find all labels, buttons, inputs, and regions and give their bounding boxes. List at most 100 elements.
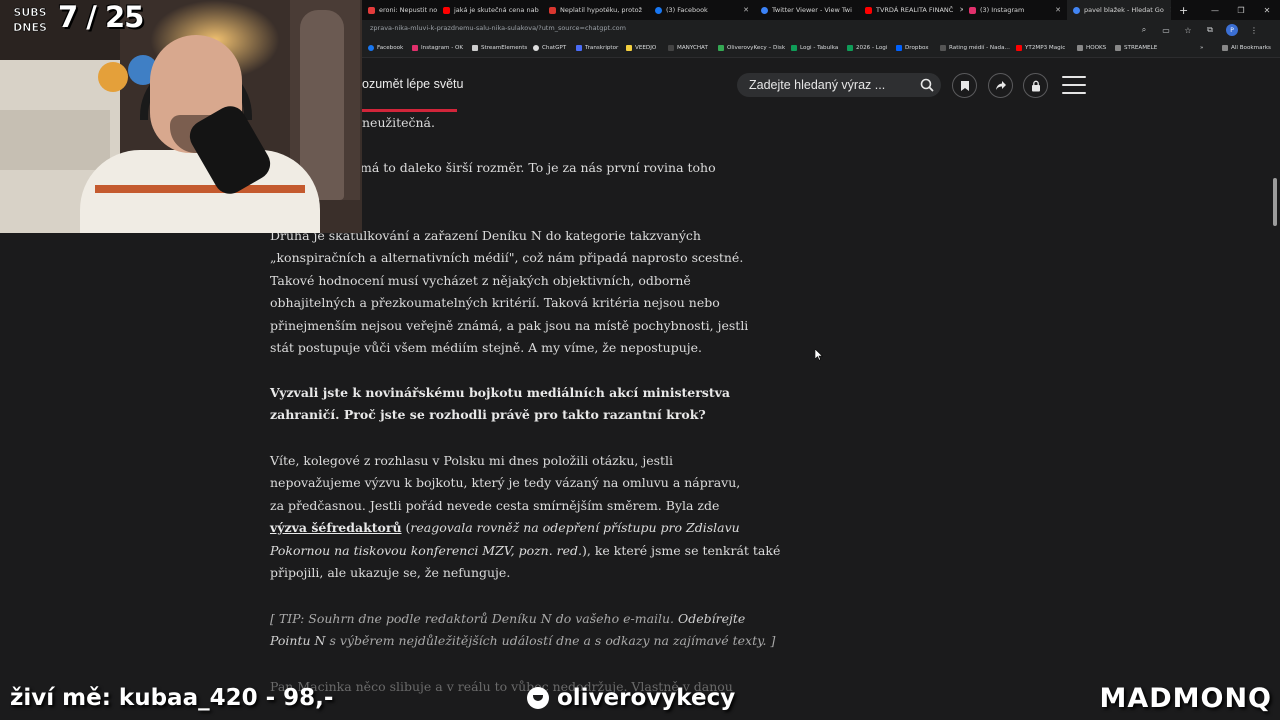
bookmark-label: Transkriptor	[585, 45, 619, 51]
bookmark-item[interactable]: StreamElements	[472, 45, 527, 51]
article-text-mixed: výzva šéfredaktorů (reagovala rovněž na …	[270, 520, 740, 535]
close-tab-icon[interactable]: ✕	[1049, 6, 1061, 14]
search-icon[interactable]	[918, 76, 936, 94]
share-button[interactable]	[988, 73, 1013, 98]
pointa-link[interactable]: Pointu N	[270, 633, 325, 648]
bookmark-icon	[960, 80, 969, 91]
instagram-icon	[969, 6, 976, 14]
article-link[interactable]: výzva šéfredaktorů	[270, 520, 402, 535]
minimize-icon[interactable]: —	[1202, 6, 1228, 15]
account-button[interactable]	[1023, 73, 1048, 98]
bookmark-label: STREAMELE	[1124, 45, 1158, 51]
browser-tab[interactable]: Twitter Viewer - View Twi✕	[755, 0, 859, 20]
star-icon[interactable]: ☆	[1182, 24, 1194, 36]
browser-tab[interactable]: jaká je skutečná cena nab✕	[437, 0, 543, 20]
article-text: za předčasnou. Jestli pořád nevede cesta…	[270, 498, 720, 513]
bookmark-item[interactable]: 2026 - Logi	[847, 45, 887, 51]
browser-tab[interactable]: TVRDÁ REALITA FINANČ ✕	[859, 0, 963, 20]
browser-tab[interactable]: (3) Facebook ✕	[649, 0, 755, 20]
tab-label: Neplatil hypotéku, protož	[560, 6, 643, 14]
bookmark-label: VEEDJO	[635, 45, 657, 51]
page-icon	[940, 45, 946, 51]
profile-avatar-icon[interactable]: P	[1226, 24, 1238, 36]
all-bookmarks-button[interactable]: All Bookmarks	[1222, 45, 1271, 51]
bookmark-item[interactable]: ChatGPT	[533, 45, 566, 51]
more-bookmarks-icon[interactable]: »	[1200, 45, 1203, 51]
sheets-icon	[791, 45, 797, 51]
site-tagline[interactable]: ozumět lépe světu	[362, 77, 463, 91]
close-window-icon[interactable]: ✕	[1254, 6, 1280, 15]
bookmark-item[interactable]: MANYCHAT	[668, 45, 708, 51]
bookmark-item[interactable]: OliverovyKecy – Disk	[718, 45, 785, 51]
shirt-stripe	[95, 185, 305, 193]
bookmark-item[interactable]: VEEDJO	[626, 45, 656, 51]
webcam-overlay: SUBS DNES 7 / 25	[0, 0, 362, 233]
lock-icon	[1031, 80, 1040, 91]
browser-tab-active[interactable]: pavel blažek - Hledat Go✕	[1067, 0, 1171, 20]
bookmark-item[interactable]: HOOKS	[1077, 45, 1106, 51]
maximize-icon[interactable]: ❐	[1228, 6, 1254, 15]
article-text: připojili, ale ukazuje se, že nefunguje.	[270, 565, 511, 580]
tab-label: eroni: Nepustit novin	[379, 6, 437, 14]
hamburger-menu-icon[interactable]	[1062, 76, 1086, 96]
bookmark-button[interactable]	[952, 73, 977, 98]
bookmark-label: 2026 - Logi	[856, 45, 888, 51]
article-text: přinejmenším nejsou veřejně známá, a pak…	[270, 318, 749, 333]
article-text: obhajitelných a přezkoumatelných kritéri…	[270, 295, 720, 310]
browser-tab[interactable]: (3) Instagram ✕	[963, 0, 1067, 20]
bookmark-label: MANYCHAT	[677, 45, 708, 51]
stream-bottom-overlay: živí mě: kubaa_420 - 98,- oliverovykecy …	[0, 672, 1280, 720]
bookmark-label: Instagram - OK	[421, 45, 464, 51]
article-text: má to daleko širší rozměr. To je za nás …	[360, 160, 716, 175]
tip-text: [ TIP: Souhrn dne podle redaktorů Deníku…	[270, 611, 679, 626]
cast-icon[interactable]: ▭	[1160, 24, 1172, 36]
search-box[interactable]: Zadejte hledaný výraz ...	[737, 73, 941, 97]
search-input[interactable]: Zadejte hledaný výraz ...	[749, 78, 885, 92]
menu-dots-icon[interactable]: ⋮	[1248, 24, 1260, 36]
bookmark-label: Facebook	[377, 45, 404, 51]
close-tab-icon[interactable]: ✕	[852, 6, 859, 14]
bookmark-item[interactable]: Instagram - OK	[412, 45, 463, 51]
sheets-icon	[847, 45, 853, 51]
bookmark-item[interactable]: YT2MP3 Magic	[1016, 45, 1065, 51]
folder-icon	[1115, 45, 1121, 51]
article-text: „konspiračních a alternativních médií", …	[270, 250, 744, 265]
bookmark-item[interactable]: Facebook	[368, 45, 403, 51]
close-tab-icon[interactable]: ✕	[642, 6, 649, 14]
browser-tab[interactable]: eroni: Nepustit novin✕	[362, 0, 437, 20]
youtube-icon	[443, 6, 450, 14]
zoom-icon[interactable]: ⌕	[1138, 24, 1150, 36]
close-tab-icon[interactable]: ✕	[737, 6, 749, 14]
tab-label: pavel blažek - Hledat Go	[1084, 6, 1164, 14]
channel-name: oliverovykecy	[557, 685, 736, 711]
site-favicon-icon	[549, 6, 556, 14]
bookmark-label: HOOKS	[1086, 45, 1107, 51]
browser-tab[interactable]: Neplatil hypotéku, protož✕	[543, 0, 649, 20]
editor-note: Pokornou na tiskovou konferenci MZV, poz…	[270, 543, 583, 558]
extensions-icon[interactable]: ⧉	[1204, 24, 1216, 36]
bookmark-item[interactable]: STREAMELE	[1115, 45, 1157, 51]
channel-handle: oliverovykecy	[527, 685, 735, 711]
scrollbar-thumb[interactable]	[1273, 178, 1277, 226]
window-controls: — ❐ ✕	[1202, 0, 1280, 20]
bookmark-label: Rating médií - Nada...	[949, 45, 1010, 51]
bookmark-label: StreamElements	[481, 45, 528, 51]
webcam-drawer	[0, 110, 110, 170]
article-text: nepovažujeme výzvu k bojkotu, který je t…	[270, 475, 741, 490]
bookmark-item[interactable]: Rating médií - Nada...	[940, 45, 1010, 51]
drive-icon	[718, 45, 724, 51]
bookmark-item[interactable]: Transkriptor	[576, 45, 618, 51]
subscribe-link[interactable]: Odebírejte	[678, 611, 745, 626]
facebook-icon	[368, 45, 374, 51]
close-tab-icon[interactable]: ✕	[953, 6, 963, 14]
interview-question: zahraničí. Proč jste se rozhodli právě p…	[270, 407, 706, 422]
url-field[interactable]: zprava-nika-mluvi-k-prazdnemu-salu-nika-…	[370, 24, 626, 32]
youtube-icon	[865, 6, 872, 14]
bookmark-item[interactable]: Logi - Tabulka	[791, 45, 838, 51]
close-tab-icon[interactable]: ✕	[1164, 6, 1171, 14]
bookmark-item[interactable]: Dropbox	[896, 45, 929, 51]
sponsor-logo: MADMONQ	[1099, 683, 1272, 714]
subs-counter: 7 / 25	[58, 0, 144, 34]
new-tab-button[interactable]: +	[1171, 4, 1196, 17]
webcam-decor	[98, 62, 128, 92]
